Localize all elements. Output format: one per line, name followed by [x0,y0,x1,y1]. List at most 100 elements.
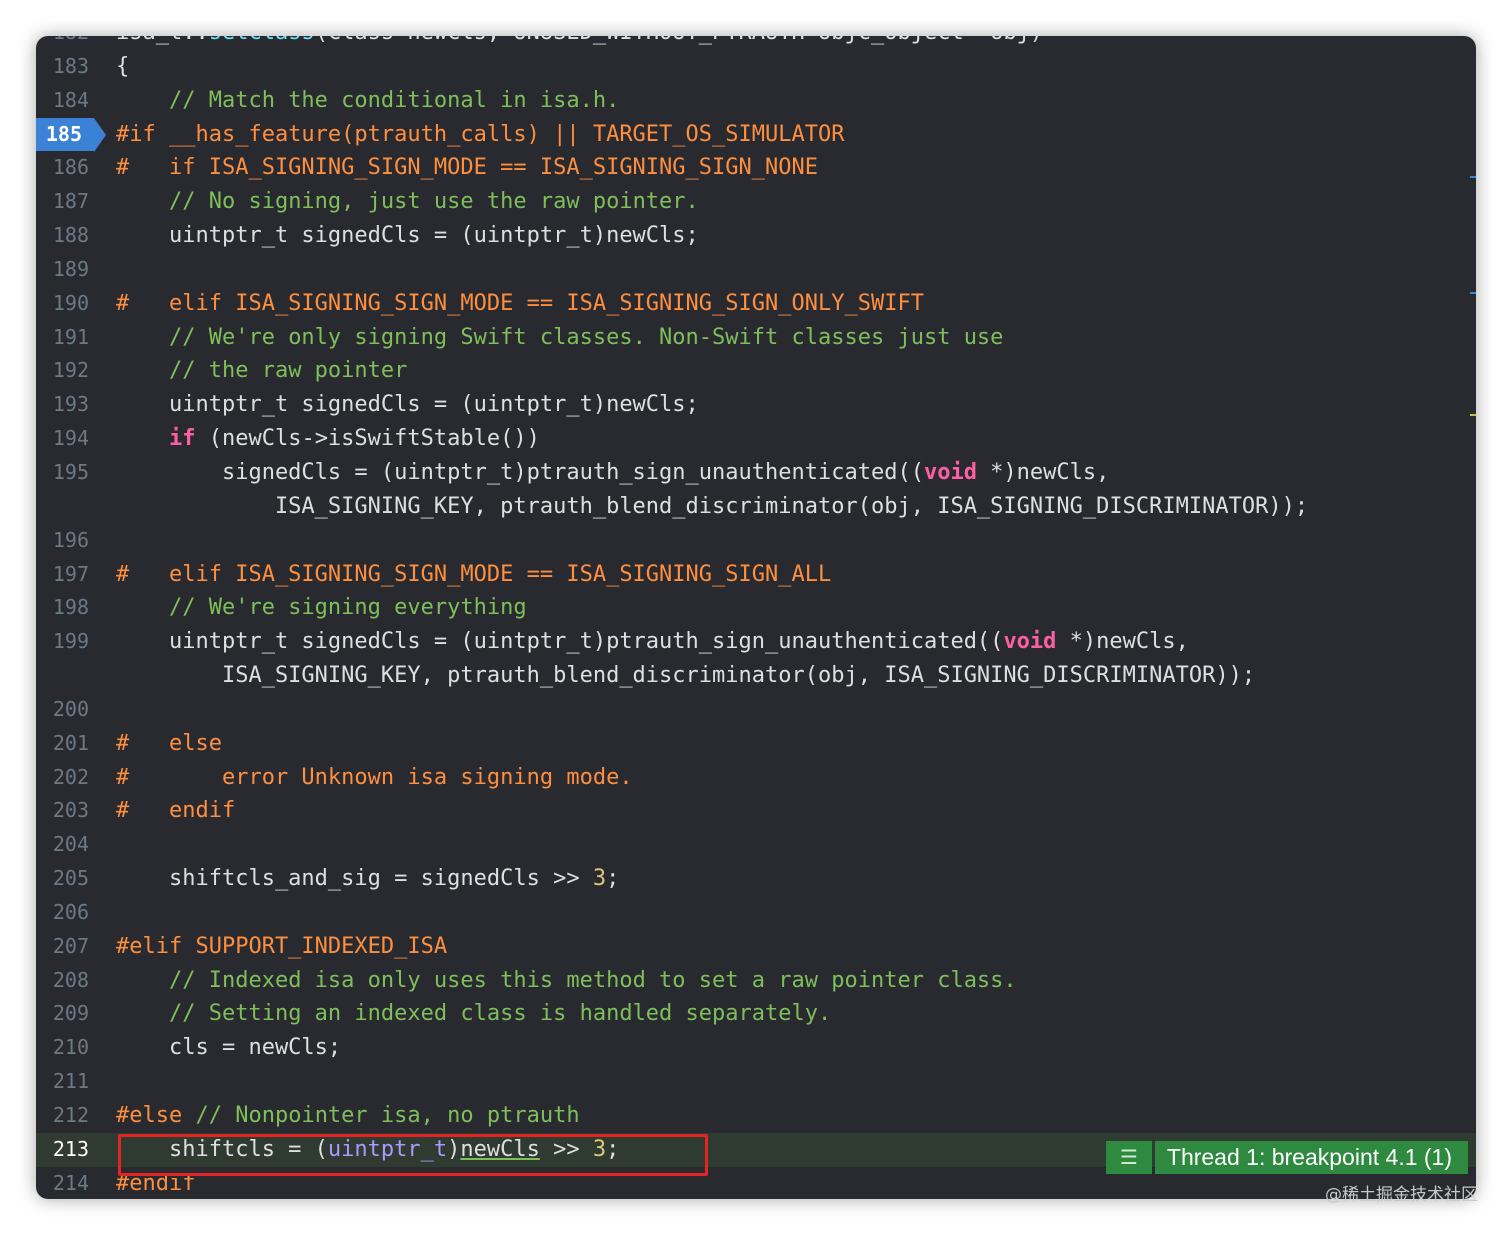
debug-banner-text: Thread 1: breakpoint 4.1 (1) [1154,1141,1468,1174]
code-text[interactable]: // Match the conditional in isa.h. [116,84,619,118]
line-number[interactable]: 205 [36,862,89,896]
code-text[interactable]: // the raw pointer [116,354,407,388]
code-line[interactable]: ISA_SIGNING_KEY, ptrauth_blend_discrimin… [36,659,1476,693]
code-text[interactable]: ISA_SIGNING_KEY, ptrauth_blend_discrimin… [116,659,1255,693]
line-number[interactable]: 201 [36,727,89,761]
code-line[interactable]: 209 // Setting an indexed class is handl… [36,997,1476,1031]
code-text[interactable]: { [116,50,129,84]
debug-banner[interactable]: ☰ Thread 1: breakpoint 4.1 (1) [1105,1141,1468,1174]
code-line[interactable]: 205 shiftcls_and_sig = signedCls >> 3; [36,862,1476,896]
code-text[interactable]: // We're signing everything [116,591,527,625]
line-number[interactable]: 200 [36,693,89,727]
line-number[interactable]: 210 [36,1031,89,1065]
line-number[interactable]: 182 [36,36,89,50]
line-number[interactable]: 212 [36,1099,89,1133]
code-line[interactable]: 186 # if ISA_SIGNING_SIGN_MODE == ISA_SIG… [36,151,1476,185]
code-text[interactable]: uintptr_t signedCls = (uintptr_t)newCls; [116,388,699,422]
code-text[interactable]: signedCls = (uintptr_t)ptrauth_sign_unau… [116,456,1109,490]
code-text[interactable]: cls = newCls; [116,1031,341,1065]
breakpoint-marker[interactable]: 185 [36,117,106,152]
line-number[interactable]: 198 [36,591,89,625]
code-text[interactable]: # elif ISA_SIGNING_SIGN_MODE == ISA_SIGN… [116,287,924,321]
code-line[interactable]: 187 // No signing, just use the raw poin… [36,185,1476,219]
line-number[interactable]: 191 [36,321,89,355]
code-text[interactable]: # elif ISA_SIGNING_SIGN_MODE == ISA_SIGN… [116,558,831,592]
code-text[interactable]: uintptr_t signedCls = (uintptr_t)newCls; [116,219,699,253]
code-line[interactable]: 210 cls = newCls; [36,1031,1476,1065]
code-line[interactable]: ISA_SIGNING_KEY, ptrauth_blend_discrimin… [36,490,1476,524]
code-line[interactable]: 207 #elif SUPPORT_INDEXED_ISA [36,930,1476,964]
code-line[interactable]: 182 isa_t::setClass(Class newCls, UNUSED_… [36,36,1476,50]
line-number[interactable]: 194 [36,422,89,456]
code-line[interactable]: 212 #else // Nonpointer isa, no ptrauth [36,1099,1476,1133]
code-line[interactable]: 193 uintptr_t signedCls = (uintptr_t)new… [36,388,1476,422]
line-number[interactable]: 204 [36,828,89,862]
code-text[interactable]: #if __has_feature(ptrauth_calls) || TARG… [116,118,844,152]
code-text[interactable]: shiftcls_and_sig = signedCls >> 3; [116,862,619,896]
code-line[interactable]: 189 [36,253,1476,287]
line-number[interactable]: 197 [36,558,89,592]
code-text[interactable]: # error Unknown isa signing mode. [116,761,633,795]
code-line[interactable]: 206 [36,896,1476,930]
code-line[interactable]: 197 # elif ISA_SIGNING_SIGN_MODE == ISA_S… [36,558,1476,592]
menu-lines-icon[interactable]: ☰ [1105,1141,1152,1174]
code-text[interactable]: # else [116,727,222,761]
line-number[interactable]: 203 [36,794,89,828]
code-line[interactable]: 185 #if __has_feature(ptrauth_calls) || T… [36,117,1476,152]
line-number[interactable]: 195 [36,456,89,490]
code-text[interactable]: if (newCls->isSwiftStable()) [116,422,540,456]
line-number[interactable]: 207 [36,930,89,964]
line-number[interactable]: 192 [36,354,89,388]
code-text[interactable]: isa_t::setClass(Class newCls, UNUSED_WIT… [116,36,1043,50]
code-line[interactable]: 188 uintptr_t signedCls = (uintptr_t)new… [36,219,1476,253]
code-line[interactable]: 202 # error Unknown isa signing mode. [36,761,1476,795]
code-line[interactable]: 211 [36,1065,1476,1099]
code-line[interactable]: 198 // We're signing everything [36,591,1476,625]
code-text[interactable]: // Indexed isa only uses this method to … [116,964,1017,998]
line-number[interactable]: 190 [36,287,89,321]
code-text[interactable]: ISA_SIGNING_KEY, ptrauth_blend_discrimin… [116,490,1308,524]
code-line[interactable]: 192 // the raw pointer [36,354,1476,388]
line-number[interactable]: 214 [36,1167,89,1199]
line-number[interactable]: 213 [36,1133,89,1167]
code-line[interactable]: 184 // Match the conditional in isa.h. [36,84,1476,118]
code-line[interactable]: 194 if (newCls->isSwiftStable()) [36,422,1476,456]
code-text[interactable]: #else // Nonpointer isa, no ptrauth [116,1099,580,1133]
line-number[interactable]: 184 [36,84,89,118]
line-number[interactable]: 186 [36,151,89,185]
code-line[interactable]: 208 // Indexed isa only uses this method… [36,964,1476,998]
code-line[interactable]: 183 { [36,50,1476,84]
code-text[interactable]: # if ISA_SIGNING_SIGN_MODE == ISA_SIGNIN… [116,151,818,185]
line-number[interactable]: 208 [36,964,89,998]
code-line[interactable]: 201 # else [36,727,1476,761]
code-text[interactable]: uintptr_t signedCls = (uintptr_t)ptrauth… [116,625,1189,659]
code-line[interactable]: 204 [36,828,1476,862]
line-number[interactable]: 206 [36,896,89,930]
line-number[interactable]: 187 [36,185,89,219]
code-lines[interactable]: 182 isa_t::setClass(Class newCls, UNUSED_… [36,36,1476,1199]
code-line[interactable]: 195 signedCls = (uintptr_t)ptrauth_sign_… [36,456,1476,490]
current-line-highlight-box [118,1134,708,1176]
line-number[interactable]: 211 [36,1065,89,1099]
watermark: @稀土掘金技术社区 [1325,1185,1478,1205]
code-editor[interactable]: 182 isa_t::setClass(Class newCls, UNUSED_… [36,36,1476,1199]
code-line[interactable]: 196 [36,524,1476,558]
line-number[interactable]: 189 [36,253,89,287]
code-text[interactable]: #elif SUPPORT_INDEXED_ISA [116,930,447,964]
line-number[interactable]: 209 [36,997,89,1031]
line-number[interactable]: 196 [36,524,89,558]
line-number[interactable]: 183 [36,50,89,84]
line-number[interactable]: 188 [36,219,89,253]
line-number[interactable]: 193 [36,388,89,422]
code-line[interactable]: 190 # elif ISA_SIGNING_SIGN_MODE == ISA_S… [36,287,1476,321]
code-text[interactable]: // We're only signing Swift classes. Non… [116,321,1003,355]
code-line[interactable]: 200 [36,693,1476,727]
code-line[interactable]: 191 // We're only signing Swift classes.… [36,321,1476,355]
line-number[interactable]: 199 [36,625,89,659]
code-line[interactable]: 203 # endif [36,794,1476,828]
code-text[interactable]: # endif [116,794,235,828]
code-text[interactable]: // Setting an indexed class is handled s… [116,997,831,1031]
code-line[interactable]: 199 uintptr_t signedCls = (uintptr_t)ptr… [36,625,1476,659]
code-text[interactable]: // No signing, just use the raw pointer. [116,185,699,219]
line-number[interactable]: 202 [36,761,89,795]
